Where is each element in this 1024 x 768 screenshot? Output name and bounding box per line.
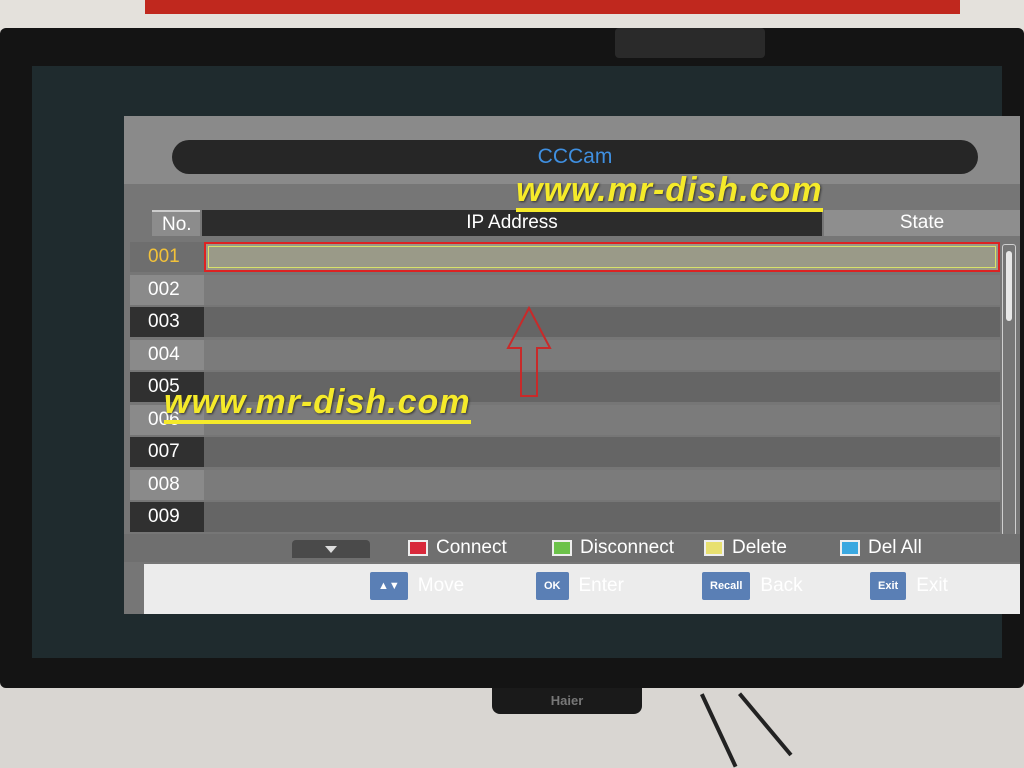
list-item[interactable]: 002 <box>124 273 1000 306</box>
list-item[interactable]: 003 <box>124 305 1000 338</box>
color-key-label: Delete <box>732 537 787 558</box>
green-key-icon <box>552 539 572 556</box>
column-header-ip-address: IP Address <box>202 210 822 236</box>
color-key-disconnect[interactable]: Disconnect <box>552 536 674 560</box>
column-header-state: State <box>824 210 1020 236</box>
nav-key-exit[interactable]: Exit Exit <box>870 572 948 600</box>
tv-brand-logo: Haier <box>492 688 642 714</box>
ok-key-badge: OK <box>536 572 569 600</box>
page-down-icon[interactable] <box>292 540 370 558</box>
cccam-osd-menu: CCCam No. IP Address State 001 002 003 0… <box>124 116 1020 614</box>
exit-key-badge: Exit <box>870 572 907 600</box>
annotation-up-arrow-icon <box>506 305 552 397</box>
wall-red-strip <box>145 0 960 14</box>
menu-title: CCCam <box>172 140 978 174</box>
blue-key-icon <box>840 539 860 556</box>
recall-key-badge: Recall <box>702 572 751 600</box>
row-ip-field[interactable] <box>204 469 1000 500</box>
cable <box>700 693 738 768</box>
nav-key-back[interactable]: Recall Back <box>702 572 803 600</box>
list-item[interactable]: 007 <box>124 435 1000 468</box>
color-key-label: Disconnect <box>580 537 674 558</box>
list-item[interactable]: 001 <box>124 240 1000 273</box>
watermark-text: www.mr-dish.com <box>164 384 471 424</box>
scrollbar-thumb[interactable] <box>1006 251 1012 321</box>
move-key-badge: ▲▼ <box>370 572 408 600</box>
color-key-label: Del All <box>868 537 922 558</box>
row-ip-field[interactable] <box>204 274 1000 305</box>
cable <box>738 692 793 757</box>
watermark-text: www.mr-dish.com <box>516 172 823 212</box>
row-number: 007 <box>130 437 204 467</box>
color-key-connect[interactable]: Connect <box>408 536 507 560</box>
list-scrollbar[interactable] <box>1002 244 1016 536</box>
nav-key-label: Enter <box>578 575 624 597</box>
list-item[interactable]: 009 <box>124 500 1000 533</box>
row-number: 008 <box>130 469 204 500</box>
nav-key-label: Back <box>760 575 803 597</box>
nav-key-label: Move <box>417 575 465 597</box>
tv-top-clip <box>615 28 765 58</box>
row-ip-field[interactable] <box>204 437 1000 467</box>
nav-key-label: Exit <box>916 575 948 597</box>
list-item[interactable]: 008 <box>124 468 1000 501</box>
list-item[interactable]: 004 <box>124 338 1000 371</box>
row-ip-field[interactable] <box>204 242 1000 272</box>
color-key-label: Connect <box>436 537 507 558</box>
nav-help-footer: ▲▼ Move OK Enter Recall Back Exit Exit <box>144 564 1020 614</box>
color-key-delete[interactable]: Delete <box>704 536 787 560</box>
color-key-del-all[interactable]: Del All <box>840 536 922 560</box>
row-number: 002 <box>130 274 204 305</box>
nav-key-move[interactable]: ▲▼ Move <box>370 572 464 600</box>
row-number: 004 <box>130 339 204 370</box>
color-key-legend: Connect Disconnect Delete Del All <box>124 534 1020 562</box>
row-number: 001 <box>130 242 204 272</box>
row-number: 003 <box>130 307 204 337</box>
row-number: 009 <box>130 502 204 532</box>
row-ip-field[interactable] <box>204 502 1000 532</box>
red-key-icon <box>408 539 428 556</box>
yellow-key-icon <box>704 539 724 556</box>
row-ip-field[interactable] <box>204 339 1000 370</box>
nav-key-enter[interactable]: OK Enter <box>536 572 624 600</box>
column-header-no: No. <box>152 210 200 236</box>
row-ip-field[interactable] <box>204 307 1000 337</box>
